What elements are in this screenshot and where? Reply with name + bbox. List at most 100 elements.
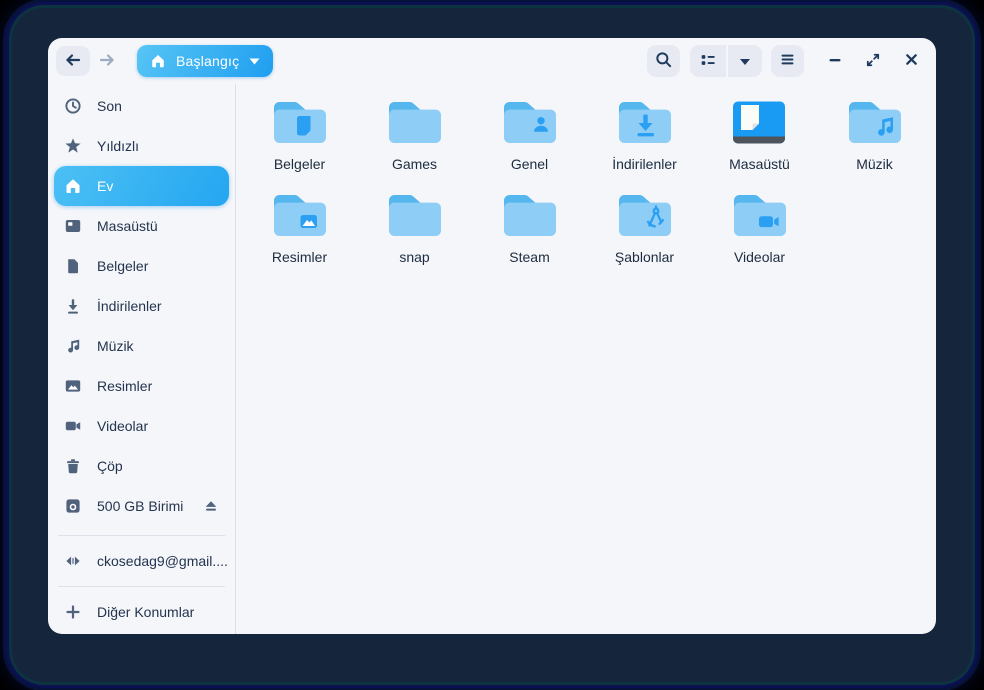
view-options-caret-icon: [739, 54, 751, 69]
folder-icon: [616, 99, 674, 151]
back-icon: [63, 50, 83, 73]
sidebar-item-label: Belgeler: [97, 258, 149, 274]
folder-icon: [846, 99, 904, 151]
folder-icon: [616, 192, 674, 244]
grid-item-label: Müzik: [856, 156, 893, 172]
folder-icon: [271, 99, 329, 151]
music-icon: [64, 337, 82, 355]
grid-item-label: Belgeler: [273, 156, 326, 172]
close-icon: [904, 52, 919, 70]
grid-item-sablonlar[interactable]: Şablonlar: [615, 190, 674, 283]
sidebar-item-documents[interactable]: Belgeler: [54, 246, 229, 286]
drive-icon: [64, 497, 82, 515]
document-icon: [64, 257, 82, 275]
file-grid: Belgeler Games Genel İndirilenler Masaüs…: [236, 84, 936, 634]
download-icon: [64, 297, 82, 315]
home-icon: [64, 177, 82, 195]
sidebar-item-desktop[interactable]: Masaüstü: [54, 206, 229, 246]
network-icon: [64, 552, 82, 570]
sidebar-item-label: Müzik: [97, 338, 134, 354]
maximize-icon: [865, 52, 881, 71]
grid-item-masaustu[interactable]: Masaüstü: [729, 97, 790, 190]
image-icon: [64, 377, 82, 395]
close-button[interactable]: [900, 46, 922, 76]
list-view-button[interactable]: [690, 45, 726, 77]
sidebar-item-account[interactable]: ckosedag9@gmail....: [54, 541, 229, 581]
sidebar-item-label: Masaüstü: [97, 218, 158, 234]
home-icon: [150, 53, 166, 69]
menu-icon: [779, 51, 796, 71]
grid-item-steam[interactable]: Steam: [501, 190, 559, 283]
grid-item-resimler[interactable]: Resimler: [271, 190, 329, 283]
list-view-icon: [699, 51, 717, 72]
grid-item-label: Şablonlar: [614, 249, 675, 265]
grid-item-label: snap: [399, 249, 430, 265]
sidebar-item-label: 500 GB Birimi: [97, 498, 184, 514]
grid-item-label: Genel: [510, 156, 549, 172]
grid-item-label: Resimler: [271, 249, 328, 265]
sidebar-item-music[interactable]: Müzik: [54, 326, 229, 366]
minimize-icon: [827, 52, 843, 71]
video-icon: [64, 417, 82, 435]
grid-item-label: Videolar: [733, 249, 786, 265]
minimize-button[interactable]: [824, 46, 846, 76]
forward-icon: [97, 50, 117, 73]
eject-icon[interactable]: [203, 498, 219, 514]
sidebar-item-downloads[interactable]: İndirilenler: [54, 286, 229, 326]
sidebar-separator: [58, 586, 225, 587]
sidebar-item-videos[interactable]: Videolar: [54, 406, 229, 446]
folder-icon: [731, 192, 789, 244]
sidebar-item-trash[interactable]: Çöp: [54, 446, 229, 486]
sidebar-item-label: Yıldızlı: [97, 138, 140, 154]
folder-icon: [386, 99, 444, 151]
sidebar-item-label: Resimler: [97, 378, 153, 394]
grid-item-genel[interactable]: Genel: [501, 97, 559, 190]
sidebar-item-label: Videolar: [97, 418, 149, 434]
sidebar-item-other-locations[interactable]: Diğer Konumlar: [54, 592, 229, 632]
trash-icon: [64, 457, 82, 475]
desktop-icon: [730, 99, 788, 151]
sidebar-item-recent[interactable]: Son: [54, 86, 229, 126]
clock-icon: [64, 97, 82, 115]
sidebar-item-label: ckosedag9@gmail....: [97, 553, 228, 569]
grid-item-label: Steam: [509, 249, 550, 265]
sidebar-item-home[interactable]: Ev: [54, 166, 229, 206]
sidebar-item-pictures[interactable]: Resimler: [54, 366, 229, 406]
location-button[interactable]: Başlangıç: [137, 45, 274, 77]
sidebar-item-label: Ev: [97, 178, 114, 194]
grid-item-snap[interactable]: snap: [386, 190, 444, 283]
view-options-button[interactable]: [728, 45, 762, 77]
search-button[interactable]: [647, 45, 680, 77]
grid-item-belgeler[interactable]: Belgeler: [271, 97, 329, 190]
sidebar-item-starred[interactable]: Yıldızlı: [54, 126, 229, 166]
sidebar-item-volume[interactable]: 500 GB Birimi: [54, 486, 229, 526]
file-manager-window: Başlangıç Son Yıldızlı Ev Masaüstü Belge…: [48, 38, 936, 634]
grid-item-label: Masaüstü: [729, 156, 790, 172]
sidebar-separator: [58, 535, 225, 536]
caret-down-icon: [249, 58, 260, 65]
toolbar: Başlangıç: [48, 38, 936, 84]
folder-icon: [501, 99, 559, 151]
window-controls: [824, 46, 922, 76]
sidebar-item-label: Diğer Konumlar: [97, 604, 195, 620]
star-icon: [64, 137, 82, 155]
sidebar-item-label: Çöp: [97, 458, 123, 474]
sidebar-item-label: İndirilenler: [97, 298, 162, 314]
forward-button[interactable]: [90, 46, 124, 76]
location-label: Başlangıç: [176, 53, 240, 69]
desktop-icon: [64, 217, 82, 235]
grid-item-videolar[interactable]: Videolar: [731, 190, 789, 283]
back-button[interactable]: [56, 46, 90, 76]
menu-button[interactable]: [771, 45, 804, 77]
maximize-button[interactable]: [862, 46, 884, 76]
sidebar: Son Yıldızlı Ev Masaüstü Belgeler İndiri: [48, 84, 236, 634]
sidebar-item-label: Son: [97, 98, 122, 114]
grid-item-games[interactable]: Games: [386, 97, 444, 190]
folder-icon: [386, 192, 444, 244]
grid-item-muzik[interactable]: Müzik: [846, 97, 904, 190]
view-switcher: [690, 45, 762, 77]
grid-item-label: İndirilenler: [612, 156, 677, 172]
grid-item-label: Games: [391, 156, 438, 172]
plus-icon: [64, 603, 82, 621]
grid-item-indirilenler[interactable]: İndirilenler: [612, 97, 677, 190]
